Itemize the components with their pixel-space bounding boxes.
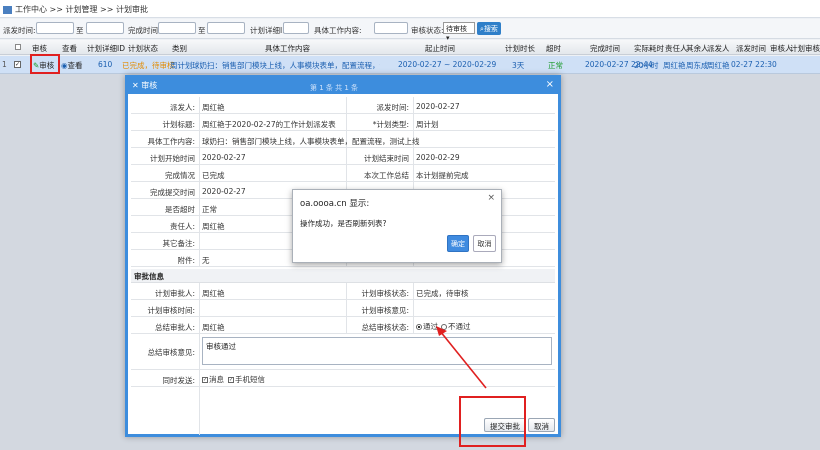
alert-message: 操作成功，是否刷新列表? — [300, 219, 387, 228]
alert-title: oa.oooa.cn 显示: — [300, 199, 370, 209]
close-icon[interactable]: × — [487, 193, 495, 203]
ok-button[interactable]: 确定 — [447, 235, 469, 252]
confirm-alert: oa.oooa.cn 显示: × 操作成功，是否刷新列表? 确定 取消 — [292, 189, 502, 263]
alert-cancel-button[interactable]: 取消 — [473, 235, 496, 252]
